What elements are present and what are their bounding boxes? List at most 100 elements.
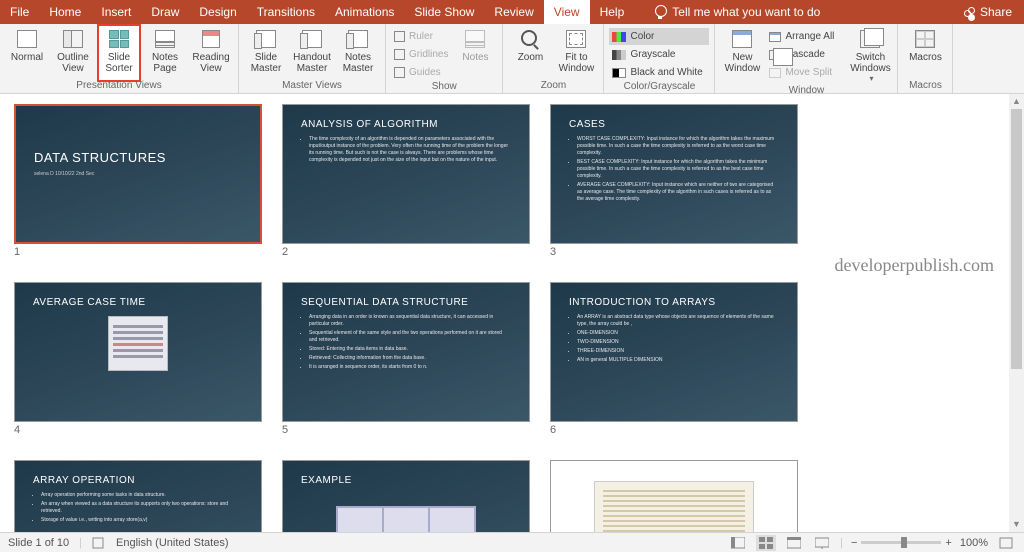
tab-draw[interactable]: Draw <box>141 0 189 24</box>
slide-number: 6 <box>550 424 798 436</box>
slide-thumb-3[interactable]: CASESWORST CASE COMPLEXITY: Input instan… <box>550 104 798 258</box>
reading-view-icon[interactable] <box>784 535 804 551</box>
group-zoom: Zoom Fit to Window Zoom <box>503 24 604 93</box>
scroll-thumb[interactable] <box>1011 109 1022 369</box>
fit-to-window-icon[interactable] <box>996 535 1016 551</box>
slide-number: 2 <box>282 246 530 258</box>
group-label: Color/Grayscale <box>624 81 696 94</box>
zoom-button[interactable]: Zoom <box>508 26 552 80</box>
move-split-button[interactable]: Move Split <box>766 64 846 81</box>
checkbox-icon <box>394 31 405 42</box>
color-button[interactable]: Color <box>609 28 709 45</box>
macros-button[interactable]: Macros <box>903 26 947 80</box>
tell-me-search[interactable]: Tell me what you want to do <box>654 5 820 19</box>
slide-thumb-6[interactable]: INTRODUCTION TO ARRAYSAn ARRAY is an abs… <box>550 282 798 436</box>
zoom-icon <box>521 30 539 48</box>
watermark: developerpublish.com <box>835 255 994 276</box>
tab-animations[interactable]: Animations <box>325 0 404 24</box>
fit-window-button[interactable]: Fit to Window <box>554 26 598 80</box>
tab-help[interactable]: Help <box>590 0 635 24</box>
slide-counter: Slide 1 of 10 <box>8 537 69 549</box>
tab-transitions[interactable]: Transitions <box>247 0 325 24</box>
slide-master-icon <box>256 30 276 48</box>
menu-bar: File Home Insert Draw Design Transitions… <box>0 0 1024 24</box>
cascade-icon <box>769 50 781 60</box>
grayscale-button[interactable]: Grayscale <box>609 46 709 63</box>
slide-body: An ARRAY is an abstract data type whose … <box>569 314 779 364</box>
slide-thumb-7[interactable]: ARRAY OPERATION Array operation performin… <box>14 460 262 532</box>
group-color-grayscale: Color Grayscale Black and White Color/Gr… <box>604 24 715 93</box>
zoom-out-icon[interactable]: − <box>851 537 857 549</box>
tab-home[interactable]: Home <box>39 0 91 24</box>
slide-body: Array operation performing some tasks in… <box>33 492 243 524</box>
zoom-slider[interactable]: − + <box>851 537 952 549</box>
tell-me-label: Tell me what you want to do <box>672 5 820 19</box>
zoom-in-icon[interactable]: + <box>945 537 951 549</box>
outline-icon <box>63 30 83 48</box>
scroll-up-icon[interactable]: ▲ <box>1009 94 1024 109</box>
slide-sorter-button[interactable]: Slide Sorter <box>97 24 141 82</box>
language-indicator[interactable]: English (United States) <box>116 537 229 549</box>
notes-master-button[interactable]: Notes Master <box>336 26 380 80</box>
checkbox-icon <box>394 49 405 60</box>
slideshow-view-icon[interactable] <box>812 535 832 551</box>
vertical-scrollbar[interactable]: ▲ ▼ <box>1009 94 1024 532</box>
slide-thumb-1[interactable]: DATA STRUCTURESselena D 10/10/22 2nd Sec… <box>14 104 262 258</box>
slide-thumb-4[interactable]: AVERAGE CASE TIME4 <box>14 282 262 436</box>
tab-review[interactable]: Review <box>484 0 543 24</box>
tab-view[interactable]: View <box>544 0 590 24</box>
group-master-views: Slide Master Handout Master Notes Master… <box>239 24 386 93</box>
outline-view-button[interactable]: Outline View <box>51 26 95 80</box>
window-icon <box>732 30 752 48</box>
tab-slideshow[interactable]: Slide Show <box>404 0 484 24</box>
switch-windows-button[interactable]: Switch Windows <box>848 26 892 85</box>
zoom-level[interactable]: 100% <box>960 537 988 549</box>
group-presentation-views: Normal Outline View Slide Sorter Notes P… <box>0 24 239 93</box>
scroll-down-icon[interactable]: ▼ <box>1009 517 1024 532</box>
group-macros: Macros Macros <box>898 24 953 93</box>
switch-icon <box>860 30 880 48</box>
slide-sorter-view-icon[interactable] <box>756 535 776 551</box>
arrange-icon <box>769 32 781 42</box>
tab-design[interactable]: Design <box>189 0 246 24</box>
group-label: Master Views <box>282 80 342 93</box>
status-bar: Slide 1 of 10 | English (United States) … <box>0 532 1024 552</box>
gridlines-checkbox[interactable]: Gridlines <box>391 46 451 63</box>
notes-master-icon <box>348 30 368 48</box>
share-icon <box>964 7 975 18</box>
embedded-image <box>594 481 754 532</box>
normal-view-icon[interactable] <box>728 535 748 551</box>
slide-sorter-area[interactable]: DATA STRUCTURESselena D 10/10/22 2nd Sec… <box>0 94 1009 532</box>
bw-button[interactable]: Black and White <box>609 64 709 81</box>
cascade-button[interactable]: Cascade <box>766 46 846 63</box>
group-window: New Window Arrange All Cascade Move Spli… <box>715 24 898 93</box>
slide-thumb-5[interactable]: SEQUENTIAL DATA STRUCTUREArranging data … <box>282 282 530 436</box>
slide-title: ARRAY OPERATION <box>33 475 243 486</box>
share-label: Share <box>980 5 1012 19</box>
slide-thumb-8[interactable]: EXAMPLE8 <box>282 460 530 532</box>
ruler-checkbox[interactable]: Ruler <box>391 28 451 45</box>
new-window-button[interactable]: New Window <box>720 26 764 85</box>
normal-view-button[interactable]: Normal <box>5 26 49 80</box>
slide-number: 1 <box>14 246 262 258</box>
slide-thumb-2[interactable]: ANALYSIS OF ALGORITHMThe time complexity… <box>282 104 530 258</box>
guides-checkbox[interactable]: Guides <box>391 64 451 81</box>
arrange-all-button[interactable]: Arrange All <box>766 28 846 45</box>
slide-title: DATA STRUCTURES <box>34 150 242 165</box>
share-button[interactable]: Share <box>964 5 1012 19</box>
slide-thumb-9[interactable]: 9 <box>550 460 798 532</box>
spellcheck-icon[interactable] <box>92 537 106 549</box>
tab-file[interactable]: File <box>0 0 39 24</box>
handout-master-button[interactable]: Handout Master <box>290 26 334 80</box>
slide-number: 4 <box>14 424 262 436</box>
tab-insert[interactable]: Insert <box>91 0 141 24</box>
slide-number: 5 <box>282 424 530 436</box>
slide-title: SEQUENTIAL DATA STRUCTURE <box>301 297 511 308</box>
notes-icon <box>465 30 485 48</box>
notes-page-button[interactable]: Notes Page <box>143 26 187 80</box>
notes-button[interactable]: Notes <box>453 26 497 81</box>
slide-body: WORST CASE COMPLEXITY: Input instance fo… <box>569 136 779 203</box>
slide-master-button[interactable]: Slide Master <box>244 26 288 80</box>
reading-view-button[interactable]: Reading View <box>189 26 233 80</box>
bw-icon <box>612 68 626 78</box>
